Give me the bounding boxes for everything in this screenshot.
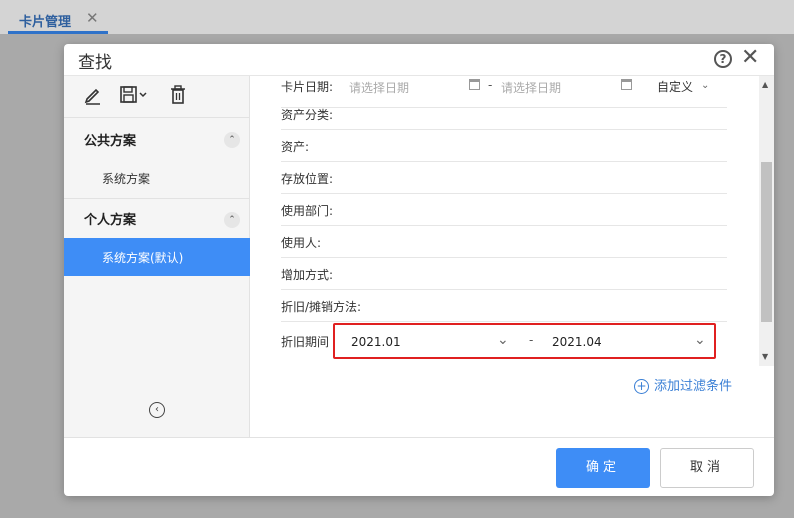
period-end-value: 2021.04 [552, 335, 602, 349]
scroll-up-icon[interactable]: ▲ [762, 80, 768, 89]
public-scheme-group[interactable]: 公共方案 [84, 130, 136, 149]
period-start-select[interactable]: 2021.01 ⌄ [337, 329, 517, 357]
field-row-asset[interactable]: 资产: [281, 130, 727, 162]
field-label: 折旧/摊销方法: [281, 300, 362, 314]
edit-icon[interactable] [84, 85, 102, 107]
field-label: 资产分类: [281, 108, 334, 122]
tab-close-icon[interactable]: ✕ [86, 9, 99, 27]
close-icon[interactable]: ✕ [741, 45, 759, 70]
sidebar-toolbar [64, 76, 250, 118]
form-scrollbar[interactable]: ▲ ▼ [759, 76, 774, 366]
dialog-title: 查找 [78, 53, 112, 73]
period-end-select[interactable]: 2021.04 ⌄ [538, 329, 713, 357]
public-group-collapse-icon[interactable]: ⌃ [224, 132, 240, 148]
add-filter-label: 添加过滤条件 [654, 379, 733, 394]
save-icon[interactable] [119, 85, 149, 107]
add-filter-button[interactable]: + 添加过滤条件 [634, 375, 732, 394]
calendar-icon[interactable] [621, 79, 632, 90]
field-row-asset-category[interactable]: 资产分类: [281, 98, 727, 130]
confirm-button[interactable]: 确定 [556, 448, 650, 488]
card-date-label: 卡片日期: [281, 80, 334, 94]
field-label: 存放位置: [281, 172, 334, 186]
chevron-down-icon[interactable]: ⌄ [694, 332, 706, 348]
card-date-end-input[interactable]: 请选择日期 [501, 79, 561, 96]
field-row-add-method[interactable]: 增加方式: [281, 258, 727, 290]
period-highlight-box: 2021.01 ⌄ - 2021.04 ⌄ [333, 323, 716, 359]
delete-icon[interactable] [169, 85, 187, 107]
help-icon[interactable]: ? [714, 50, 732, 68]
field-row-department[interactable]: 使用部门: [281, 194, 727, 226]
period-start-value: 2021.01 [351, 335, 401, 349]
plus-icon: + [634, 379, 649, 394]
find-dialog: 查找 ? ✕ 公共方案 ⌃ 系统方案 个人方案 ⌃ 系统方案(默认) ‹ 卡片日… [64, 44, 774, 496]
chevron-down-icon[interactable]: ⌄ [497, 332, 509, 348]
collapse-sidebar-icon[interactable]: ‹ [149, 402, 165, 418]
field-row-depreciation-method[interactable]: 折旧/摊销方法: [281, 290, 727, 322]
tab-card-management[interactable]: 卡片管理 ✕ [8, 6, 108, 34]
personal-scheme-group[interactable]: 个人方案 [84, 209, 136, 228]
chevron-down-icon[interactable]: ⌄ [701, 80, 709, 91]
personal-group-collapse-icon[interactable]: ⌃ [224, 212, 240, 228]
field-label: 增加方式: [281, 268, 334, 282]
sidebar-item-system-scheme-default[interactable]: 系统方案(默认) [64, 238, 250, 276]
sidebar-item-system-scheme[interactable]: 系统方案 [102, 170, 150, 187]
calendar-icon[interactable] [469, 79, 480, 90]
period-separator: - [529, 333, 534, 347]
field-label: 使用人: [281, 236, 322, 250]
date-separator: - [488, 78, 493, 92]
tab-label: 卡片管理 [19, 15, 72, 30]
sidebar-divider [64, 198, 250, 199]
period-label: 折旧期间 [281, 335, 330, 349]
date-mode-select[interactable]: 自定义 [657, 78, 693, 95]
tab-bar: 卡片管理 ✕ [0, 0, 794, 34]
field-label: 使用部门: [281, 204, 334, 218]
scroll-down-icon[interactable]: ▼ [762, 352, 768, 361]
scheme-sidebar: 公共方案 ⌃ 系统方案 个人方案 ⌃ 系统方案(默认) ‹ [64, 76, 250, 437]
scroll-thumb[interactable] [761, 162, 772, 322]
field-row-location[interactable]: 存放位置: [281, 162, 727, 194]
dialog-footer: 确定 取消 [64, 437, 774, 496]
field-label: 资产: [281, 140, 310, 154]
dialog-header: 查找 ? ✕ [64, 44, 774, 76]
card-date-start-input[interactable]: 请选择日期 [349, 79, 409, 96]
sidebar-item-label: 系统方案(默认) [102, 251, 184, 265]
cancel-button[interactable]: 取消 [660, 448, 754, 488]
field-row-user[interactable]: 使用人: [281, 226, 727, 258]
